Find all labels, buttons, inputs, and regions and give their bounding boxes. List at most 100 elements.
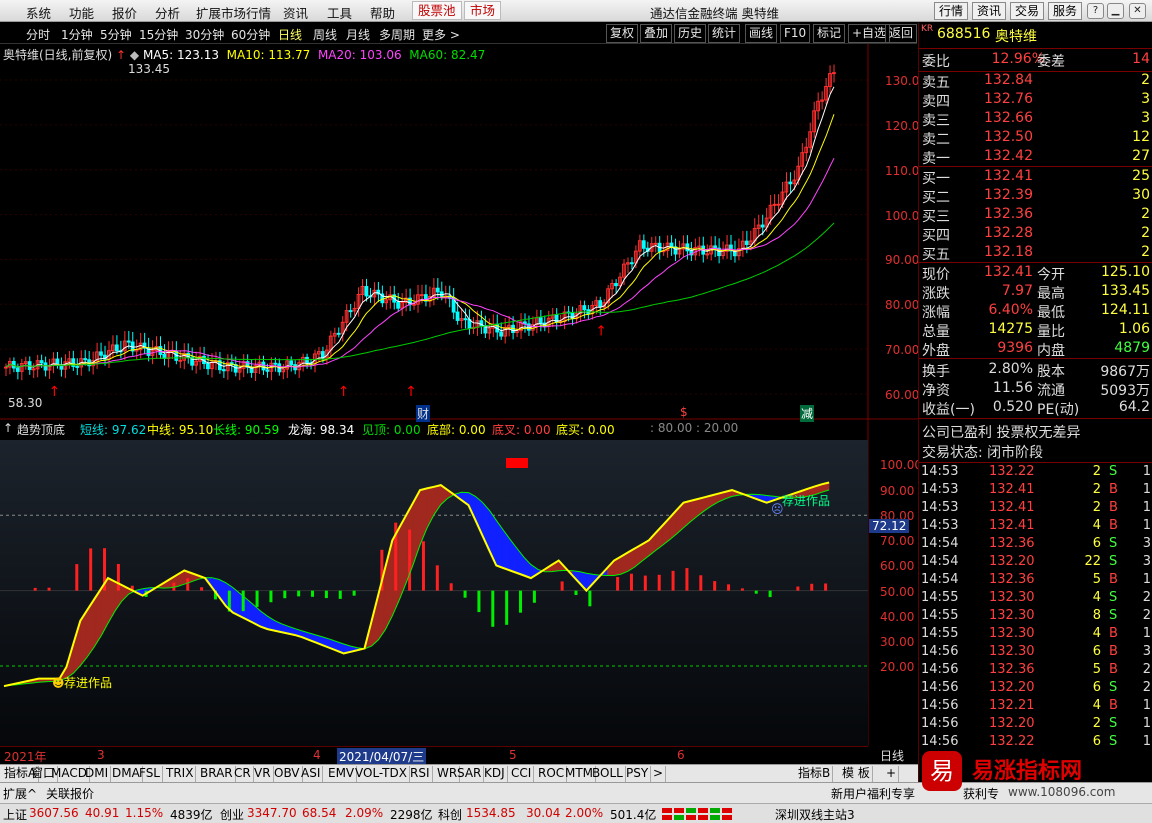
menu-quote[interactable]: 报价 (112, 3, 137, 22)
tab-weekly[interactable]: 周线 (313, 26, 337, 43)
close-icon[interactable]: ✕ (1129, 3, 1146, 19)
tab-daily[interactable]: 日线 (278, 26, 302, 43)
indicator-tab-right[interactable]: 指标B (796, 766, 834, 782)
indicator-tab[interactable]: BOLL (590, 766, 626, 782)
menu-system[interactable]: 系统 (26, 3, 51, 22)
marker-reduce[interactable]: 减 (800, 405, 815, 422)
watermark: 易 易涨指标网 www.108096.com (918, 747, 1152, 823)
menu-market[interactable]: 市场 (464, 1, 502, 20)
service-button[interactable]: 服务 (1048, 2, 1083, 20)
cy-value: 3347.70 (247, 806, 297, 820)
stat-row: 涨幅 6.40% 最低 124.11 (919, 302, 1152, 321)
marker-finance[interactable]: 财 (416, 405, 431, 422)
tick-count: 1 (1142, 464, 1151, 479)
expand-button[interactable]: 扩展^ (3, 785, 37, 802)
see-top-label: 见顶: 0.00 (362, 423, 421, 437)
indicator-tab[interactable]: DMI (83, 766, 112, 782)
tab-monthly[interactable]: 月线 (346, 26, 370, 43)
indicator-tab[interactable]: KDJ (482, 766, 508, 782)
add-watchlist-button[interactable]: +自选 (848, 24, 891, 43)
sell-row: 卖五 132.84 2 (919, 72, 1152, 91)
menu-ext-market[interactable]: 扩展市场行情 (196, 3, 271, 22)
ind-y-tick: 20.00 (880, 660, 915, 674)
indicator-tab[interactable]: CR (232, 766, 254, 782)
menu-function[interactable]: 功能 (69, 3, 94, 22)
menu-tools[interactable]: 工具 (327, 3, 352, 22)
stat2-label-2: 股本 (1037, 364, 1065, 380)
kc-percent: 2.00% (565, 806, 604, 820)
indicator-tab[interactable]: VR (252, 766, 274, 782)
menu-analysis[interactable]: 分析 (155, 3, 180, 22)
collapse-icon[interactable]: ↑ (3, 421, 13, 435)
sh-value: 3607.56 (29, 806, 79, 820)
indicator-tab[interactable]: TRIX (164, 766, 197, 782)
tick-side: B (1109, 572, 1118, 587)
tab-1min[interactable]: 1分钟 (61, 26, 93, 43)
tick-count: 1 (1142, 698, 1151, 713)
tab-more[interactable]: 更多 > (422, 26, 460, 43)
indicator-tab-right[interactable]: 模 板 (840, 766, 873, 782)
menu-stock-pool[interactable]: 股票池 (412, 1, 462, 20)
tab-fenshi[interactable]: 分时 (26, 26, 50, 43)
menu-news[interactable]: 资讯 (283, 3, 308, 22)
news-button[interactable]: 资讯 (972, 2, 1007, 20)
indicator-tab[interactable]: SAR (455, 766, 485, 782)
status-row: 交易状态: 闭市阶段 (919, 442, 1152, 461)
indicator-tab[interactable]: CCI (509, 766, 535, 782)
tab-multi-period[interactable]: 多周期 (379, 26, 415, 43)
tab-15min[interactable]: 15分钟 (139, 26, 178, 43)
f10-button[interactable]: F10 (780, 24, 811, 43)
indicator-tab[interactable]: BRAR (198, 766, 236, 782)
stat-label-2: 最高 (1037, 286, 1065, 302)
overlay-button[interactable]: 叠加 (640, 24, 673, 43)
news-ticker[interactable]: 新用户福利专享 (831, 785, 915, 802)
tab-5min[interactable]: 5分钟 (100, 26, 132, 43)
help-icon[interactable]: ? (1087, 3, 1104, 19)
kc-label: 科创 (438, 808, 463, 822)
stats-button[interactable]: 统计 (708, 24, 741, 43)
indicator-tab[interactable]: VOL-TDX (353, 766, 410, 782)
sell-volume: 2 (1141, 72, 1150, 88)
stat2-label: 换手 (922, 364, 950, 380)
indicator-tab[interactable]: OBV (272, 766, 303, 782)
weibi-label: 委比 (922, 54, 950, 70)
tab-30min[interactable]: 30分钟 (185, 26, 224, 43)
tick-time: 14:56 (921, 644, 959, 659)
sell-price: 132.76 (984, 91, 1033, 107)
tick-count: 1 (1142, 518, 1151, 533)
back-button[interactable]: 返回 (885, 24, 918, 43)
chart-area[interactable]: ↑ ↑ ↑ ↑ (0, 44, 918, 746)
tab-60min[interactable]: 60分钟 (231, 26, 270, 43)
tick-price: 132.30 (989, 644, 1035, 659)
indicator-tab[interactable]: PSY (624, 766, 652, 782)
adjust-button[interactable]: 复权 (606, 24, 639, 43)
levels-label: : 80.00 : 20.00 (650, 421, 739, 435)
indicator-tab-right[interactable]: + (884, 766, 900, 782)
ind-y-tick: 70.00 (880, 534, 915, 548)
minimize-icon[interactable]: ▁ (1107, 3, 1124, 19)
server-label[interactable]: 深圳双线主站3 (775, 806, 855, 823)
draw-line-button[interactable]: 画线 (745, 24, 778, 43)
svg-text:↑: ↑ (595, 324, 607, 340)
indicator-tab[interactable]: > (651, 766, 667, 782)
buy-row: 买五 132.18 2 (919, 244, 1152, 263)
indicator-tab[interactable]: FSL (137, 766, 163, 782)
menu-help[interactable]: 帮助 (370, 3, 395, 22)
mark-button[interactable]: 标记 (813, 24, 846, 43)
marker-dividend[interactable]: $ (680, 405, 688, 419)
stat2-row: 收益(一) 0.520 PE(动) 64.2 (919, 399, 1152, 418)
tick-side: S (1109, 464, 1118, 479)
sell-row: 卖三 132.66 3 (919, 110, 1152, 129)
tick-side: B (1109, 518, 1118, 533)
trade-button[interactable]: 交易 (1010, 2, 1045, 20)
quote-button[interactable]: 行情 (934, 2, 969, 20)
indicator-tab[interactable]: ASI (299, 766, 324, 782)
indicator-tab[interactable]: RSI (408, 766, 433, 782)
buy-volume: 30 (1132, 187, 1150, 203)
stat2-row: 换手 2.80% 股本 9867万 (919, 361, 1152, 380)
market-breadth-icon (662, 808, 762, 823)
stat-label-2: 量比 (1037, 324, 1065, 340)
related-quote-button[interactable]: 关联报价 (46, 785, 94, 802)
history-button[interactable]: 历史 (674, 24, 707, 43)
quote-panel: KR 688516 奥特维 委比 12.96% 委差 14 卖五 132.84 2 卖… (918, 23, 1152, 803)
